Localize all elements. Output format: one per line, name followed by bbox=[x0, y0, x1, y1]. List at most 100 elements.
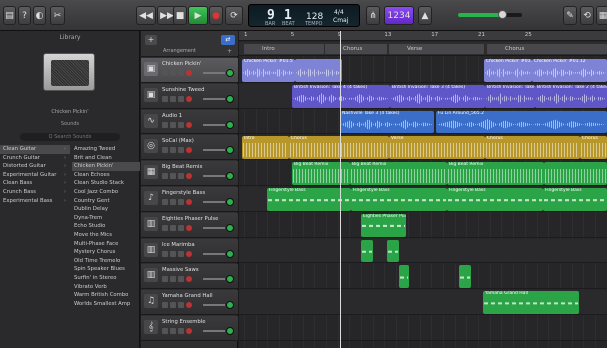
solo-button[interactable] bbox=[170, 147, 176, 154]
region[interactable]: British Invasion: Take 2 (4 takes) bbox=[535, 84, 607, 108]
category-item[interactable]: Clean Guitar › bbox=[0, 145, 70, 154]
track-header[interactable]: ◎ SoCal (Max) bbox=[141, 135, 238, 161]
tuner-button[interactable]: ⋔ bbox=[366, 6, 380, 25]
help-button[interactable]: ? bbox=[18, 6, 31, 25]
track-pan-knob[interactable] bbox=[226, 327, 234, 335]
preset-item[interactable]: Surfin' in Stereo bbox=[72, 274, 140, 283]
mute-button[interactable] bbox=[162, 95, 168, 102]
category-item[interactable]: Experimental Guitar › bbox=[0, 171, 70, 180]
preset-item[interactable]: Move the Mics bbox=[72, 231, 140, 240]
track-pan-knob[interactable] bbox=[226, 69, 234, 77]
preset-item[interactable]: Brit and Clean bbox=[72, 154, 140, 163]
record-enable-button[interactable] bbox=[186, 147, 192, 154]
record-enable-button[interactable] bbox=[186, 276, 192, 283]
category-item[interactable]: Clean Bass › bbox=[0, 179, 70, 188]
track-lane[interactable] bbox=[239, 316, 607, 341]
headphones-button[interactable] bbox=[178, 95, 184, 102]
solo-button[interactable] bbox=[170, 276, 176, 283]
preset-item[interactable]: Chicken Pickin' bbox=[72, 162, 140, 171]
track-pan-knob[interactable] bbox=[226, 198, 234, 206]
preset-item[interactable]: Multi-Phase Face bbox=[72, 240, 140, 249]
solo-button[interactable] bbox=[170, 328, 176, 334]
mute-button[interactable] bbox=[162, 302, 168, 309]
headphones-button[interactable] bbox=[178, 250, 184, 257]
region[interactable]: Big Beat Remix bbox=[350, 162, 447, 185]
category-item[interactable]: Distorted Guitar › bbox=[0, 162, 70, 171]
mute-button[interactable] bbox=[162, 276, 168, 283]
record-enable-button[interactable] bbox=[186, 173, 192, 180]
smart-tempo-button[interactable]: ⇄ bbox=[221, 35, 235, 45]
region[interactable]: Intro bbox=[242, 136, 289, 160]
solo-button[interactable] bbox=[170, 199, 176, 205]
track-volume-slider[interactable] bbox=[203, 72, 225, 74]
record-enable-button[interactable] bbox=[186, 199, 192, 205]
headphones-button[interactable] bbox=[178, 70, 184, 76]
preset-item[interactable]: Mystery Chorus bbox=[72, 248, 140, 257]
track-volume-slider[interactable] bbox=[203, 201, 225, 203]
headphones-button[interactable] bbox=[178, 199, 184, 205]
track-pan-knob[interactable] bbox=[226, 94, 234, 103]
notepad-button[interactable]: ✎ bbox=[563, 6, 577, 25]
region[interactable]: British Invasion: Take 4 (4 takes) bbox=[292, 84, 390, 108]
region[interactable]: Fingerstyle Bass bbox=[267, 188, 351, 211]
metronome-button[interactable]: ▲ bbox=[418, 6, 432, 25]
region[interactable]: Verse bbox=[389, 136, 485, 160]
track-pan-knob[interactable] bbox=[226, 275, 234, 284]
add-track-button[interactable]: + bbox=[145, 35, 157, 45]
preset-item[interactable]: Old Time Tremelo bbox=[72, 257, 140, 266]
track-header[interactable]: ♫ Yamaha Grand Hall bbox=[141, 290, 238, 315]
track-lane[interactable] bbox=[239, 238, 607, 264]
mute-button[interactable] bbox=[162, 224, 168, 231]
record-enable-button[interactable] bbox=[186, 250, 192, 257]
mute-button[interactable] bbox=[162, 173, 168, 180]
mute-button[interactable] bbox=[162, 328, 168, 334]
count-in-button[interactable]: 1234 bbox=[384, 6, 414, 25]
media-browser-button[interactable]: ▦ bbox=[596, 6, 607, 25]
track-volume-slider[interactable] bbox=[203, 278, 225, 281]
loop-browser-button[interactable]: ⟲ bbox=[580, 6, 594, 25]
mute-button[interactable] bbox=[162, 70, 168, 76]
play-button[interactable]: ▶ bbox=[188, 6, 208, 25]
tracks-area[interactable]: 15913172125 IntroChorusVerseChorus Chick… bbox=[239, 31, 607, 348]
record-enable-button[interactable] bbox=[186, 224, 192, 231]
solo-button[interactable] bbox=[170, 224, 176, 231]
arrangement-marker[interactable]: Chorus bbox=[487, 44, 607, 54]
region[interactable]: Chorus bbox=[485, 136, 580, 160]
region[interactable]: Nashville Take 3 (4 takes) bbox=[340, 110, 434, 134]
region[interactable]: British Invasion: Take 3 (4 takes) bbox=[390, 84, 485, 108]
category-item[interactable]: Experimental Bass › bbox=[0, 197, 70, 206]
preset-item[interactable]: Dyna-Trem bbox=[72, 214, 140, 223]
track-header[interactable]: ♪ Fingerstyle Bass bbox=[141, 187, 238, 212]
preset-item[interactable]: Warm British Combo bbox=[72, 291, 140, 300]
arrangement-marker[interactable]: Chorus bbox=[325, 44, 387, 54]
track-header[interactable]: ▣ Chicken Pickin' bbox=[141, 58, 238, 83]
record-enable-button[interactable] bbox=[186, 70, 192, 76]
arrangement-marker[interactable]: Verse bbox=[389, 44, 484, 54]
track-volume-slider[interactable] bbox=[203, 304, 225, 307]
track-header[interactable]: ▥ Eighties Phaser Pulse bbox=[141, 212, 238, 238]
region[interactable]: Chicken Pickin' #01.12 bbox=[532, 59, 607, 82]
arrangement-track[interactable]: Intro Chorus Verse Chorus bbox=[239, 42, 607, 56]
track-pan-knob[interactable] bbox=[226, 301, 234, 310]
track-header[interactable]: ▥ Massive Saws bbox=[141, 264, 238, 290]
headphones-button[interactable] bbox=[178, 173, 184, 180]
track-pan-knob[interactable] bbox=[226, 223, 234, 232]
track-volume-slider[interactable] bbox=[203, 123, 225, 126]
headphones-button[interactable] bbox=[178, 276, 184, 283]
record-enable-button[interactable] bbox=[186, 302, 192, 309]
region[interactable]: Chicken Pickin' #01.11 bbox=[484, 59, 532, 82]
headphones-button[interactable] bbox=[178, 328, 184, 334]
preset-item[interactable]: Cool Jazz Combo bbox=[72, 188, 140, 197]
preset-item[interactable]: Spin Speaker Blues bbox=[72, 265, 140, 274]
preset-item[interactable]: Vibrato Verb bbox=[72, 283, 140, 292]
region[interactable]: Fu Lin Around_565.2 bbox=[436, 110, 607, 134]
region[interactable]: Fingerstyle Bass bbox=[447, 188, 543, 211]
headphones-button[interactable] bbox=[178, 147, 184, 154]
lcd-display[interactable]: 9 1 BAR BEAT 128 TEMPO 4/4 Cmaj bbox=[248, 4, 360, 27]
track-pan-knob[interactable] bbox=[226, 120, 234, 129]
region[interactable]: Chorus bbox=[580, 136, 607, 160]
headphones-button[interactable] bbox=[178, 302, 184, 309]
track-header[interactable]: ▦ Big Beat Remix bbox=[141, 161, 238, 186]
region[interactable] bbox=[295, 59, 342, 82]
track-header[interactable]: ▣ Sunshine Tweed bbox=[141, 83, 238, 109]
